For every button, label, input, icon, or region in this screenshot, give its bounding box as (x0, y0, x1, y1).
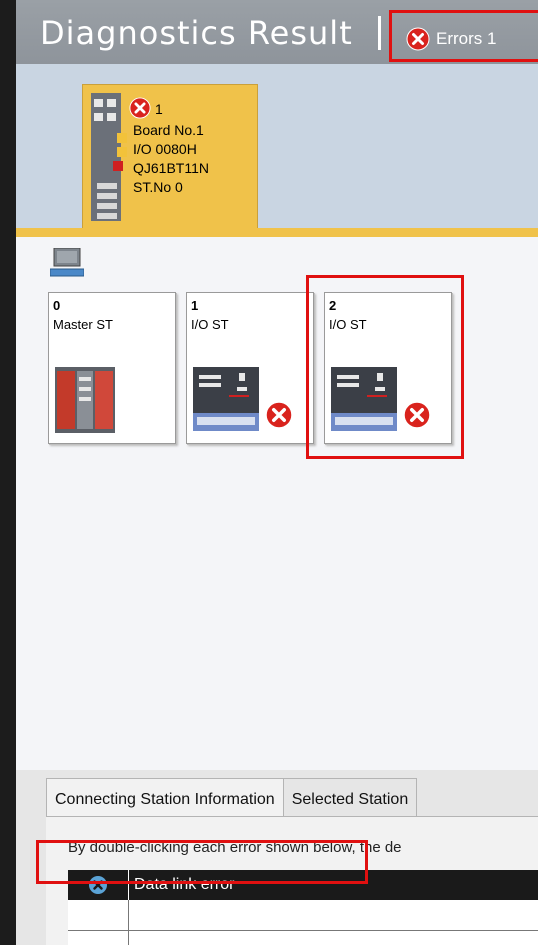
diagnostics-header: Diagnostics Result Errors 1 (16, 0, 538, 64)
station-type-label: Master ST (53, 317, 113, 332)
board-station-no: ST.No 0 (133, 179, 183, 195)
board-error-icon (129, 97, 151, 124)
empty-row (68, 931, 538, 945)
page-title: Diagnostics Result (40, 14, 353, 52)
io-module-icon (193, 367, 259, 436)
station-card-0[interactable]: 0 Master ST (48, 292, 176, 444)
station-number: 0 (53, 298, 61, 313)
tab-selected-station[interactable]: Selected Station (283, 778, 418, 817)
station-error-icon (265, 401, 293, 434)
station-type-label: I/O ST (191, 317, 229, 332)
station-number: 1 (191, 298, 199, 313)
board-strip: 1 Board No.1 I/O 0080H QJ61BT11N ST.No 0 (16, 64, 538, 233)
board-number: Board No.1 (133, 122, 204, 138)
board-info: Board No.1 I/O 0080H QJ61BT11N ST.No 0 (133, 121, 209, 197)
app-window: Diagnostics Result Errors 1 1 Board No.1… (0, 0, 538, 945)
error-row-highlight (36, 840, 368, 884)
tab-connecting-station-information[interactable]: Connecting Station Information (46, 778, 284, 817)
board-error-count: 1 (155, 101, 163, 117)
title-separator (378, 16, 381, 50)
station-highlight (306, 275, 464, 459)
master-plc-icon (55, 367, 115, 438)
board-model: QJ61BT11N (133, 160, 209, 176)
diagnostics-panel: Diagnostics Result Errors 1 1 Board No.1… (16, 0, 538, 945)
computer-icon[interactable] (49, 247, 85, 283)
left-border (0, 0, 16, 945)
station-map: 0 Master ST 1 I/O ST 2 I/O ST (16, 237, 538, 770)
errors-count-label: Errors 1 (436, 29, 497, 48)
board-strip-divider (16, 228, 538, 237)
error-icon (406, 27, 430, 56)
station-card-1[interactable]: 1 I/O ST (186, 292, 314, 444)
board-io-address: I/O 0080H (133, 141, 197, 157)
errors-summary[interactable]: Errors 1 (389, 10, 538, 62)
empty-row (68, 900, 538, 931)
info-tabs: Connecting Station Information Selected … (46, 778, 418, 817)
station-info-panel: Connecting Station Information Selected … (16, 770, 538, 945)
board-tab[interactable]: 1 Board No.1 I/O 0080H QJ61BT11N ST.No 0 (82, 84, 258, 233)
board-module-icon (89, 93, 129, 226)
